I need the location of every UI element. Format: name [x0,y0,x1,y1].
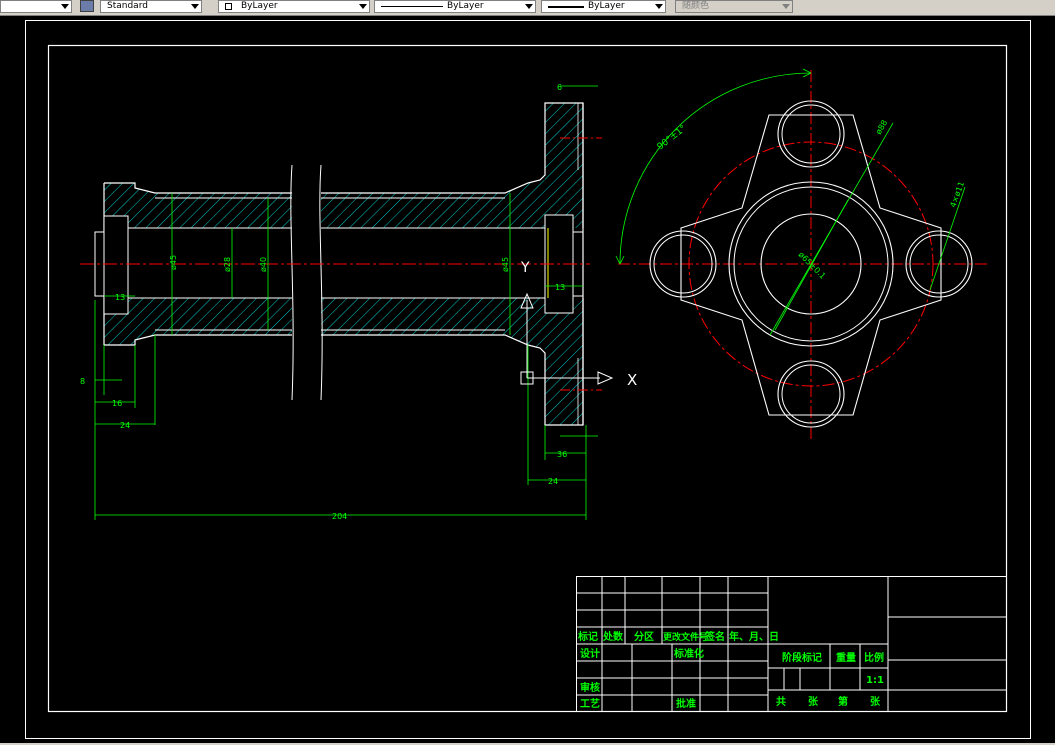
properties-toolbar: Standard ByLayer ByLayer ByLayer 随颜色 [0,0,1055,16]
dim-13-left: 13 [115,293,125,302]
tb-weight: 重量 [836,651,856,664]
tb-mark: 标记 [577,630,598,643]
chevron-down-icon[interactable] [782,4,790,9]
lineweight-combo[interactable]: ByLayer [541,0,666,13]
linetype-preview [381,6,443,7]
tb-stage-mark: 阶段标记 [782,651,822,664]
drawing-svg: ø45 ø28 ø40 ø45 13 13 6 8 16 24 36 24 20… [25,20,1031,739]
dim-16: 16 [112,399,122,408]
dim-dia-28: ø28 [223,257,232,272]
tb-page: 第 [838,695,848,708]
dimstyle-combo[interactable]: Standard [100,0,202,13]
dim-36: 36 [557,450,567,459]
tb-standardize: 标准化 [673,647,704,660]
tb-scale-value: 1:1 [866,675,884,686]
plotstyle-value: 随颜色 [682,1,710,11]
dim-dia-45-right: ø45 [501,257,510,272]
tb-sheets1: 张 [808,695,819,708]
layer-combo[interactable]: ByLayer [218,0,370,13]
chevron-down-icon[interactable] [655,4,663,9]
chevron-down-icon[interactable] [359,4,367,9]
tb-date: 年、月、日 [729,630,779,643]
tb-approve: 批准 [676,697,696,710]
chevron-down-icon[interactable] [61,4,69,9]
tb-total: 共 [776,695,786,708]
plotstyle-combo[interactable]: 随颜色 [675,0,793,13]
textstyle-combo[interactable] [0,0,72,13]
linetype-value: ByLayer [447,1,484,11]
dim-8: 8 [80,377,85,386]
drawing-canvas[interactable]: ø45 ø28 ø40 ø45 13 13 6 8 16 24 36 24 20… [0,16,1055,743]
dim-angle: 90°±1° [656,124,689,153]
dim-dia-40: ø40 [259,257,268,272]
tb-count: 处数 [602,630,624,643]
tb-change-doc: 更改文件号 [663,631,708,643]
ucs-x-label: X [627,371,637,389]
tb-sign: 签名 [704,630,725,643]
dimstyle-value: Standard [107,1,148,11]
layer-value: ByLayer [241,1,278,11]
chevron-down-icon[interactable] [525,4,533,9]
chevron-down-icon[interactable] [191,4,199,9]
tb-design: 设计 [580,647,600,660]
dim-6-top: 6 [557,83,562,92]
dim-holes: 4×ø11 [948,180,966,208]
dim-204: 204 [332,512,347,521]
dim-dia-45: ø45 [169,255,178,270]
dim-24: 24 [120,421,130,430]
dimstyle-icon[interactable] [80,0,94,12]
lineweight-value: ByLayer [588,1,625,11]
front-view-dims [615,68,966,336]
tb-sheets2: 张 [870,695,881,708]
title-block [576,576,1007,712]
dim-24-right: 24 [548,477,558,486]
dim-hub: ø65±0.1 [797,250,828,281]
tb-process: 工艺 [580,697,600,710]
color-swatch-icon [225,3,232,10]
title-block-text: 标记 处数 分区 更改文件号 签名 年、月、日 设计 标准化 审核 工艺 批准 … [577,630,884,710]
linetype-combo[interactable]: ByLayer [374,0,536,13]
lineweight-preview [548,6,584,8]
tb-review: 审核 [580,681,600,694]
tb-scale: 比例 [864,651,884,664]
dim-13-right: 13 [555,283,565,292]
ucs-y-label: Y [520,260,530,276]
tb-zone: 分区 [634,630,654,643]
